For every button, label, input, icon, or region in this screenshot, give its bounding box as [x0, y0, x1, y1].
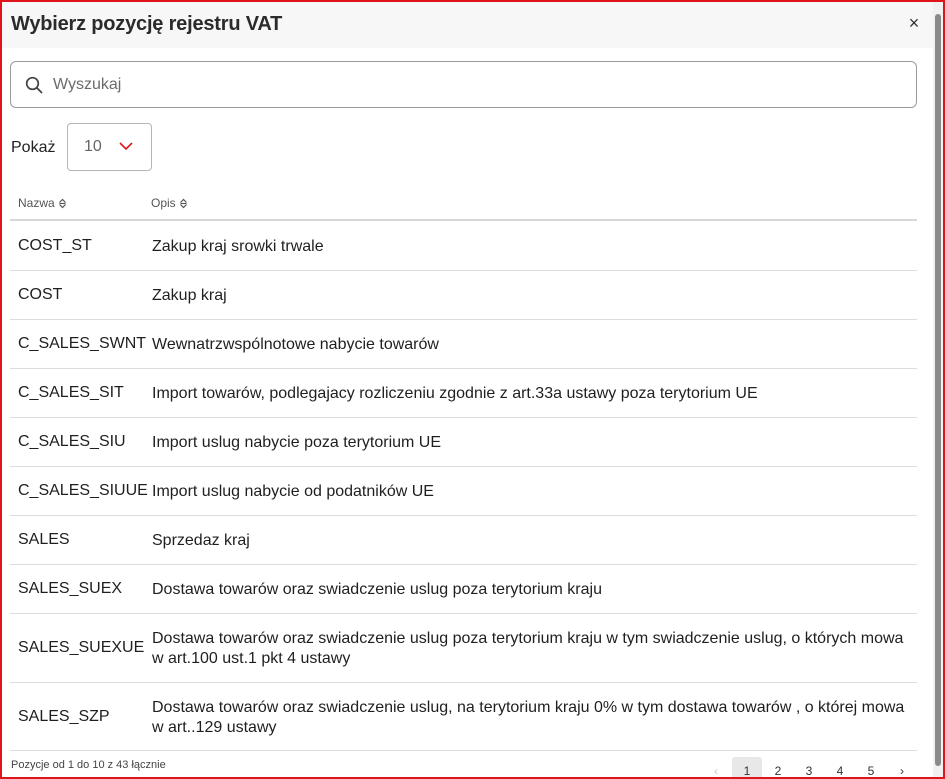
pagination-next-button[interactable]: › — [887, 757, 917, 777]
pagination-prev-button[interactable]: ‹ — [701, 757, 731, 777]
row-description: Zakup kraj — [152, 287, 227, 304]
search-icon — [25, 76, 43, 94]
column-header-label: Nazwa — [18, 196, 55, 210]
table-row[interactable]: SALES_SUEXUE Dostawa towarów oraz swiadc… — [10, 614, 917, 683]
row-name: SALES_SUEX — [18, 580, 123, 597]
row-description: Dostawa towarów oraz swiadczenie uslug, … — [152, 699, 905, 736]
table-row[interactable]: SALES_SZP Dostawa towarów oraz swiadczen… — [10, 683, 917, 751]
table-row[interactable]: COST_ST Zakup kraj srowki trwale — [10, 222, 917, 271]
scrollbar-thumb[interactable] — [935, 14, 941, 766]
pagination-page-button[interactable]: 5 — [856, 757, 886, 777]
table-row[interactable]: C_SALES_SIU Import uslug nabycie poza te… — [10, 418, 917, 467]
row-name: COST_ST — [18, 237, 92, 254]
column-header-name[interactable]: Nazwa — [18, 196, 67, 210]
table-row[interactable]: C_SALES_SWNT Wewnatrzwspólnotowe nabycie… — [10, 320, 917, 369]
pagination-page-button[interactable]: 4 — [825, 757, 855, 777]
row-name: C_SALES_SIT — [18, 384, 124, 401]
row-description: Dostawa towarów oraz swiadczenie uslug p… — [152, 581, 602, 598]
row-description: Import uslug nabycie od podatników UE — [152, 483, 434, 500]
dialog-title: Wybierz pozycję rejestru VAT — [11, 13, 283, 35]
row-description: Dostawa towarów oraz swiadczenie uslug p… — [152, 630, 904, 667]
scrollbar[interactable] — [933, 2, 943, 777]
sort-icon — [179, 198, 187, 209]
column-header-description[interactable]: Opis — [151, 196, 188, 210]
table-header: Nazwa Opis — [10, 190, 917, 221]
row-description: Import towarów, podlegajacy rozliczeniu … — [152, 385, 758, 402]
vat-register-dialog: Wybierz pozycję rejestru VAT × Pokaż 10 … — [2, 2, 933, 777]
search-box[interactable] — [10, 61, 917, 108]
pagination-page-button[interactable]: 1 — [732, 757, 762, 777]
pagination-page-button[interactable]: 2 — [763, 757, 793, 777]
row-description: Zakup kraj srowki trwale — [152, 238, 324, 255]
search-input[interactable] — [53, 70, 893, 100]
chevron-down-icon — [119, 142, 133, 151]
table-info: Pozycje od 1 do 10 z 43 łącznie — [11, 759, 166, 771]
row-name: SALES_SZP — [18, 708, 110, 725]
row-description: Import uslug nabycie poza terytorium UE — [152, 434, 442, 451]
column-header-label: Opis — [151, 196, 176, 210]
close-icon[interactable]: × — [904, 12, 924, 34]
sort-icon — [58, 198, 66, 209]
row-name: SALES — [18, 531, 70, 548]
page-size-select[interactable]: 10 — [67, 123, 152, 171]
row-name: C_SALES_SIUUE — [18, 482, 148, 499]
table-row[interactable]: C_SALES_SIUUE Import uslug nabycie od po… — [10, 467, 917, 516]
pagination-page-button[interactable]: 3 — [794, 757, 824, 777]
page-size-label: Pokaż — [11, 139, 56, 156]
table-row[interactable]: SALES_SUEX Dostawa towarów oraz swiadcze… — [10, 565, 917, 614]
table-row[interactable]: COST Zakup kraj — [10, 271, 917, 320]
row-name: COST — [18, 286, 63, 303]
table-body: COST_ST Zakup kraj srowki trwale COST Za… — [10, 222, 917, 751]
row-name: C_SALES_SIU — [18, 433, 126, 450]
dialog-header: Wybierz pozycję rejestru VAT × — [2, 2, 933, 48]
page-size-value: 10 — [84, 138, 102, 155]
row-description: Wewnatrzwspólnotowe nabycie towarów — [152, 336, 439, 353]
table-row[interactable]: SALES Sprzedaz kraj — [10, 516, 917, 565]
row-description: Sprzedaz kraj — [152, 532, 250, 549]
row-name: SALES_SUEXUE — [18, 639, 145, 656]
table-row[interactable]: C_SALES_SIT Import towarów, podlegajacy … — [10, 369, 917, 418]
row-name: C_SALES_SWNT — [18, 335, 147, 352]
